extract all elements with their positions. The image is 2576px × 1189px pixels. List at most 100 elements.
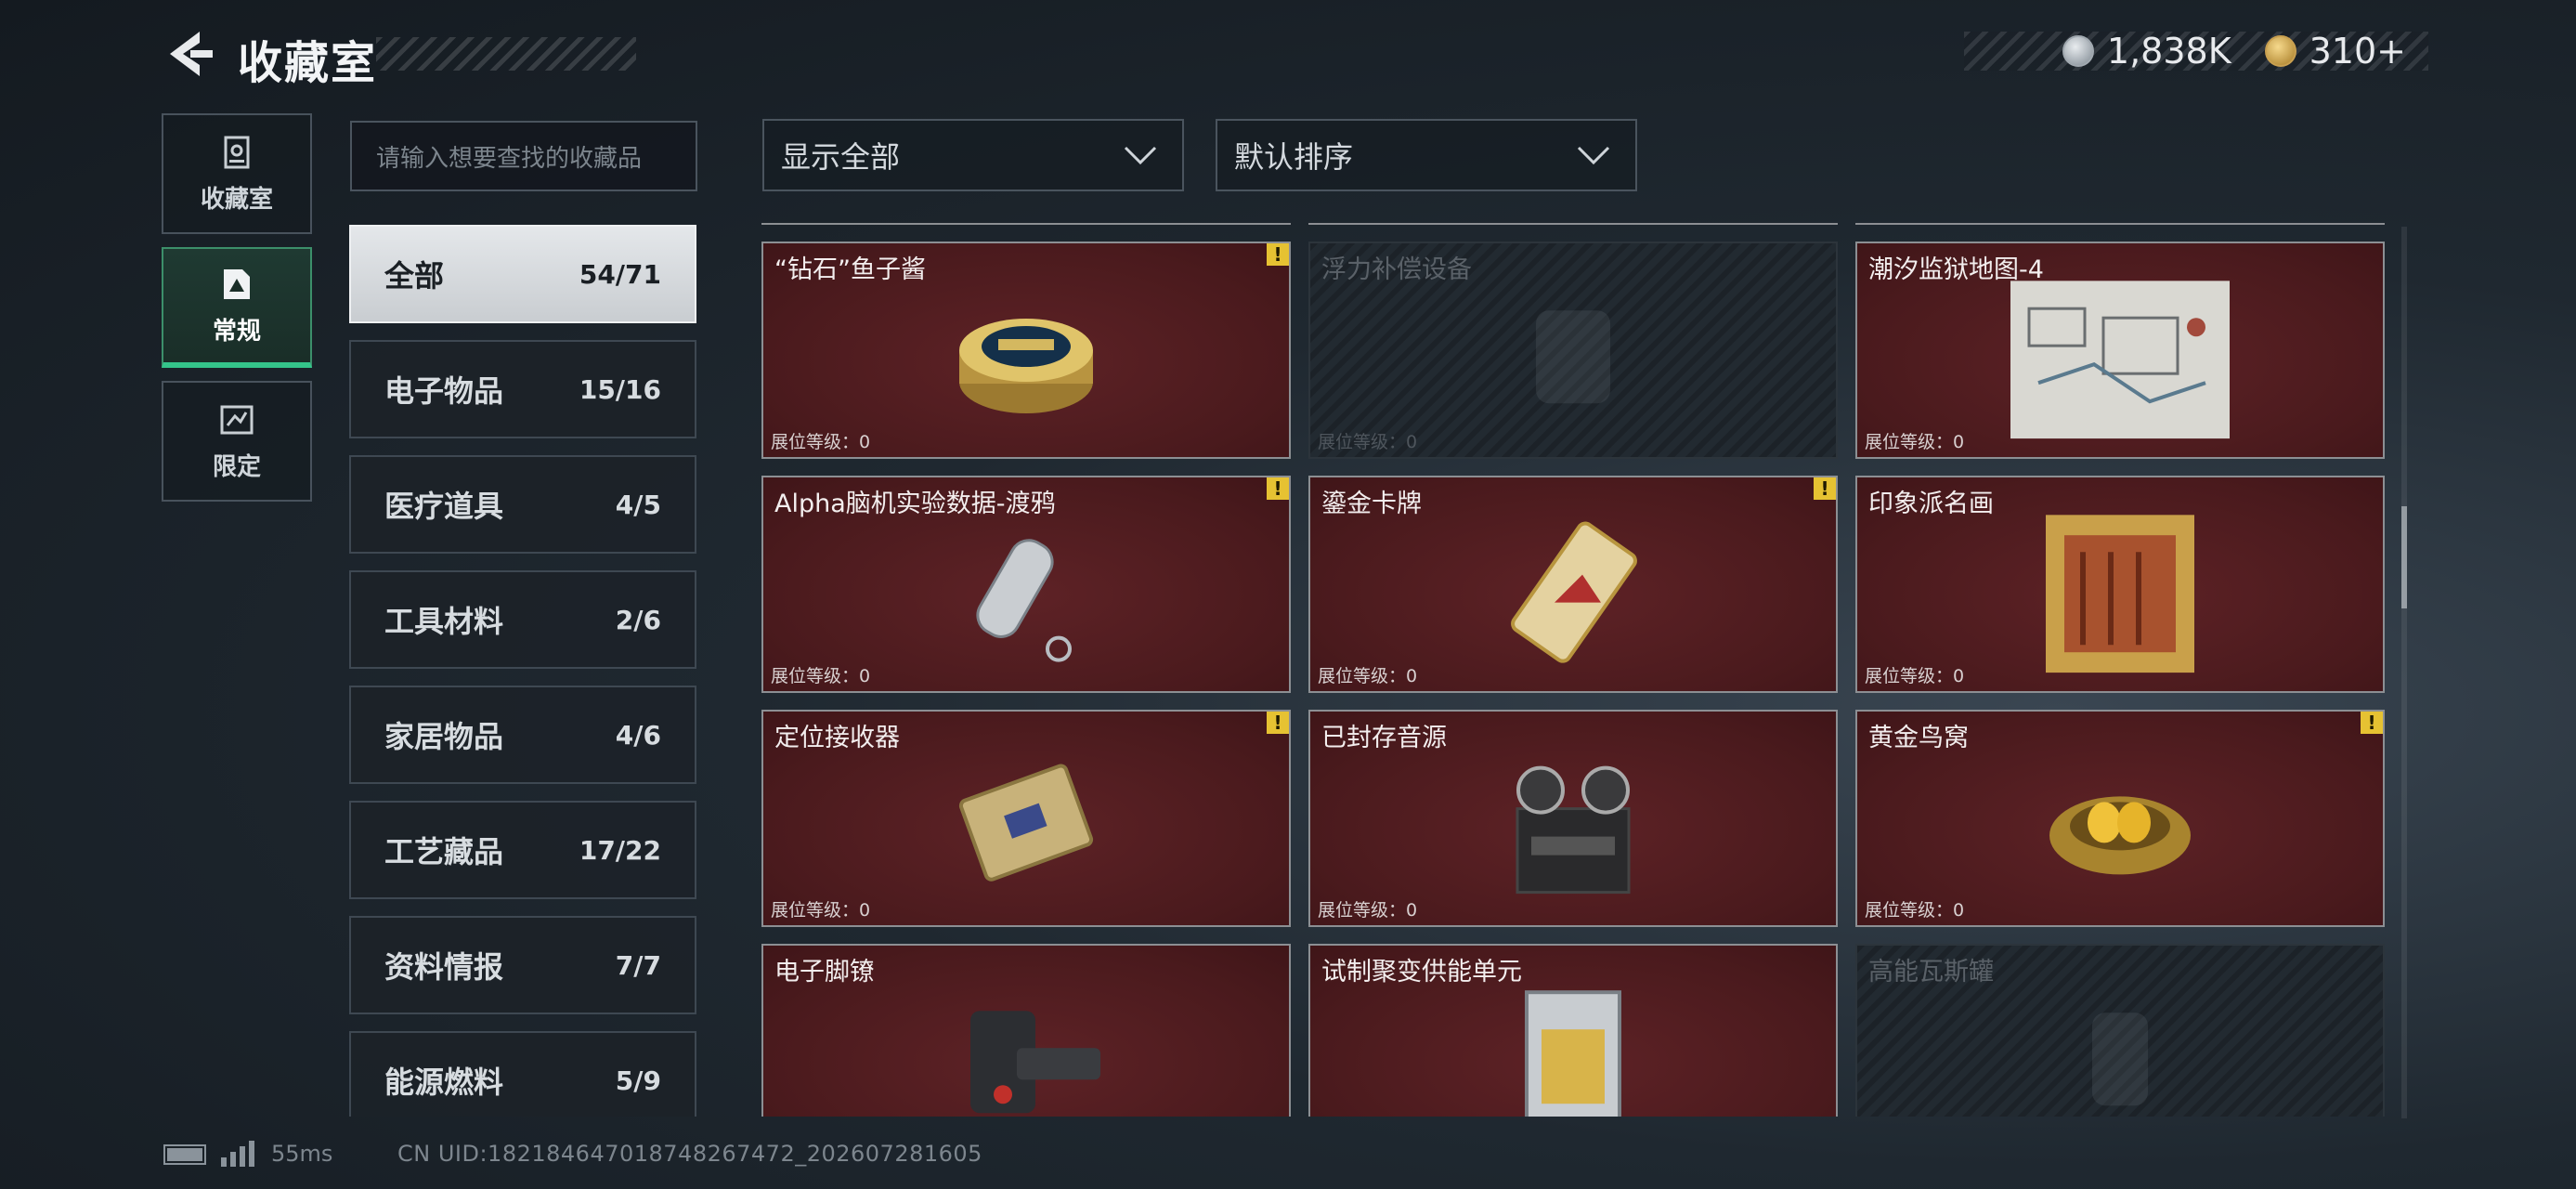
- category-item-household[interactable]: 家居物品 4/6: [349, 686, 696, 784]
- collection-card[interactable]: 电子脚镣: [761, 944, 1291, 1117]
- item-name: 浮力补偿设备: [1321, 255, 1472, 284]
- item-name: 高能瓦斯罐: [1868, 958, 1994, 986]
- collection-card[interactable]: 印象派名画 展位等级：0: [1855, 476, 2385, 693]
- search-input[interactable]: 请输入想要查找的收藏品: [350, 121, 697, 191]
- booth-level: 展位等级：0: [1318, 432, 1418, 452]
- title-decoration: [376, 37, 636, 71]
- category-name: 电子物品: [384, 373, 504, 409]
- booth-level: 展位等级：0: [1318, 900, 1418, 921]
- item-name: 已封存音源: [1321, 724, 1447, 752]
- nav-tab-label: 限定: [212, 452, 261, 481]
- prison-map-icon: [2010, 281, 2230, 439]
- nav-tab-label: 常规: [212, 317, 261, 346]
- new-alert-icon: !: [1267, 712, 1289, 734]
- category-count: 54/71: [579, 258, 661, 290]
- collection-card[interactable]: 试制聚变供能单元: [1308, 944, 1838, 1117]
- booth-level: 展位等级：0: [771, 900, 871, 921]
- category-name: 家居物品: [384, 719, 504, 754]
- locator-receiver-icon: [958, 764, 1094, 882]
- sort-value: 默认排序: [1234, 139, 1354, 175]
- item-name: Alpha脑机实验数据-渡鸦: [774, 490, 1056, 518]
- item-name: 印象派名画: [1868, 490, 1994, 518]
- new-alert-icon: !: [1267, 477, 1289, 500]
- collection-card[interactable]: 定位接收器 ! 展位等级：0: [761, 710, 1291, 927]
- nav-tab-regular[interactable]: 常规: [162, 247, 312, 368]
- collection-card[interactable]: “钻石”鱼子酱 ! 展位等级：0: [761, 242, 1291, 459]
- row-divider: [1308, 223, 1838, 225]
- display-filter-dropdown[interactable]: 显示全部: [762, 119, 1184, 191]
- category-count: 4/6: [615, 719, 661, 751]
- category-count: 5/9: [615, 1065, 661, 1096]
- golden-nest-icon: [2049, 796, 2191, 875]
- booth-level: 展位等级：0: [771, 432, 871, 452]
- item-name: 电子脚镣: [774, 958, 875, 986]
- category-count: 17/22: [579, 834, 661, 866]
- item-name: 定位接收器: [774, 724, 900, 752]
- collection-card-locked[interactable]: 高能瓦斯罐: [1855, 944, 2385, 1117]
- row-divider: [1855, 223, 2385, 225]
- silver-currency-value: 1,838K: [2106, 31, 2231, 72]
- booth-level: 展位等级：0: [1318, 666, 1418, 686]
- category-count: 4/5: [615, 489, 661, 520]
- category-item-medical[interactable]: 医疗道具 4/5: [349, 455, 696, 554]
- gold-currency-value[interactable]: 310+: [2309, 31, 2406, 72]
- category-name: 工艺藏品: [384, 834, 504, 869]
- booth-level: 展位等级：0: [1865, 432, 1965, 452]
- row-divider: [761, 223, 1291, 225]
- nav-tab-label: 收藏室: [200, 185, 273, 214]
- booth-level: 展位等级：0: [1865, 900, 1965, 921]
- category-item-electronics[interactable]: 电子物品 15/16: [349, 340, 696, 438]
- ping-readout: 55ms: [271, 1141, 333, 1167]
- collection-card[interactable]: 已封存音源 展位等级：0: [1308, 710, 1838, 927]
- caviar-tin-icon: [959, 319, 1093, 413]
- gas-canister-icon: [2092, 1013, 2148, 1106]
- category-name: 工具材料: [384, 604, 504, 639]
- nav-tab-collection-room[interactable]: 收藏室: [162, 113, 312, 234]
- user-uid: CN UID:18218464701874826​7472_2026072816…: [397, 1141, 982, 1167]
- item-name: 潮汐监狱地图-4: [1868, 255, 2044, 284]
- item-name: 黄金鸟窝: [1868, 724, 1969, 752]
- silver-coin-icon: [2062, 35, 2094, 67]
- booth-level: 展位等级：0: [1865, 666, 1965, 686]
- category-item-energy[interactable]: 能源燃料 5/9: [349, 1031, 696, 1117]
- gilded-card-icon: [1511, 521, 1637, 663]
- fusion-cell-icon: [1525, 990, 1621, 1117]
- signal-icon: [221, 1139, 254, 1167]
- currency-bar: 1,838K 310+: [1964, 31, 2428, 72]
- back-arrow-icon[interactable]: [163, 28, 215, 80]
- display-filter-value: 显示全部: [781, 139, 901, 175]
- category-item-all[interactable]: 全部 54/71: [349, 225, 696, 323]
- category-item-crafts[interactable]: 工艺藏品 17/22: [349, 801, 696, 899]
- category-item-tools[interactable]: 工具材料 2/6: [349, 570, 696, 669]
- limited-icon: [220, 405, 254, 434]
- category-name: 全部: [384, 258, 445, 294]
- collection-card[interactable]: 黄金鸟窝 ! 展位等级：0: [1855, 710, 2385, 927]
- collection-card[interactable]: 鎏金卡牌 ! 展位等级：0: [1308, 476, 1838, 693]
- category-name: 能源燃料: [384, 1065, 504, 1100]
- category-count: 7/7: [615, 949, 661, 981]
- scrollbar-track[interactable]: [2401, 227, 2407, 1118]
- category-name: 资料情报: [384, 949, 504, 985]
- collection-card-locked[interactable]: 浮力补偿设备 展位等级：0: [1308, 242, 1838, 459]
- new-alert-icon: !: [2361, 712, 2383, 734]
- item-name: 试制聚变供能单元: [1321, 958, 1522, 986]
- item-name: 鎏金卡牌: [1321, 490, 1422, 518]
- reel-recorder-icon: [1516, 765, 1631, 895]
- collection-card[interactable]: Alpha脑机实验数据-渡鸦 ! 展位等级：0: [761, 476, 1291, 693]
- scrollbar-thumb[interactable]: [2401, 506, 2407, 608]
- document-icon: [224, 268, 250, 299]
- category-count: 2/6: [615, 604, 661, 635]
- category-name: 医疗道具: [384, 489, 504, 524]
- collection-card[interactable]: 潮汐监狱地图-4 展位等级：0: [1855, 242, 2385, 459]
- sort-dropdown[interactable]: 默认排序: [1216, 119, 1637, 191]
- trophy-case-icon: [224, 136, 250, 168]
- nav-tab-limited[interactable]: 限定: [162, 381, 312, 502]
- category-count: 15/16: [579, 373, 661, 405]
- framed-painting-icon: [2046, 515, 2194, 673]
- chevron-down-icon: [1124, 146, 1157, 165]
- ankle-monitor-icon: [970, 1011, 1100, 1114]
- category-item-intel[interactable]: 资料情报 7/7: [349, 916, 696, 1014]
- collection-grid[interactable]: “钻石”鱼子酱 ! 展位等级：0 浮力补偿设备 展位等级：0 潮汐监狱地图-4 …: [761, 223, 2396, 1117]
- category-list[interactable]: 全部 54/71 电子物品 15/16 医疗道具 4/5 工具材料 2/6 家居…: [344, 219, 715, 1117]
- booth-level: 展位等级：0: [771, 666, 871, 686]
